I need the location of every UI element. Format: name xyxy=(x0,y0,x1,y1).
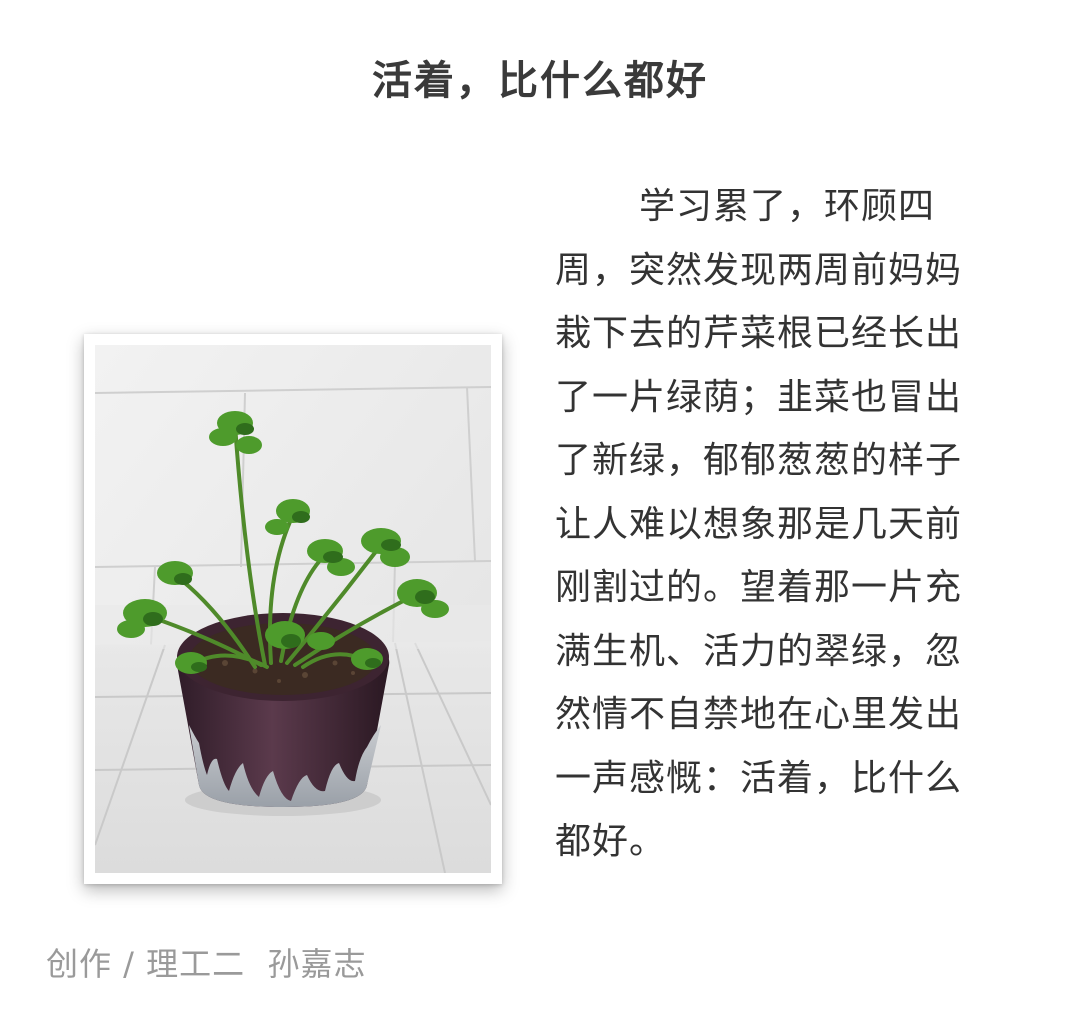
article-title: 活着，比什么都好 xyxy=(372,57,708,104)
author-credit: 创作 / 理工二 孙嘉志 xyxy=(46,945,367,983)
plant-photo-frame xyxy=(84,334,502,884)
potted-plant-photo xyxy=(95,345,491,873)
article-body: 学习累了，环顾四周，突然发现两周前妈妈栽下去的芹菜根已经长出了一片绿荫；韭菜也冒… xyxy=(555,186,963,862)
